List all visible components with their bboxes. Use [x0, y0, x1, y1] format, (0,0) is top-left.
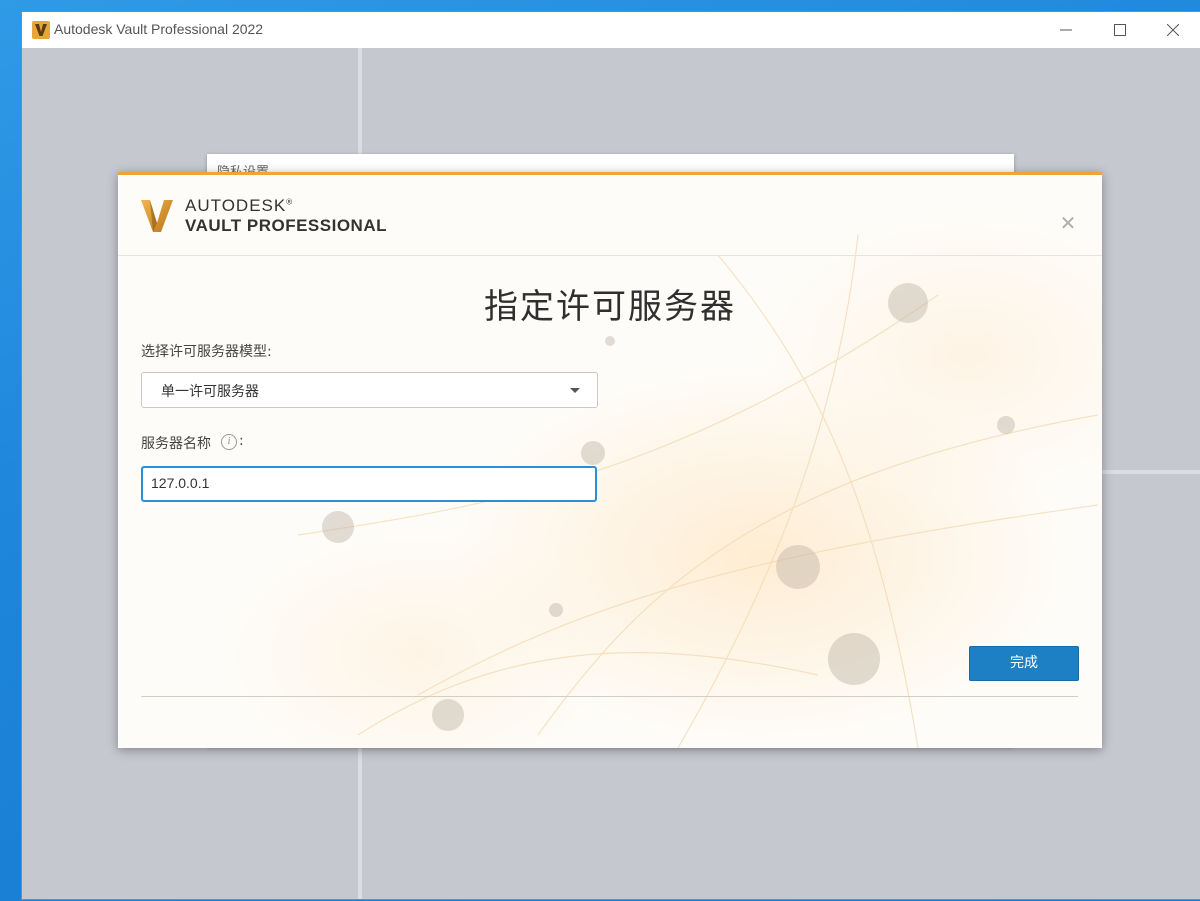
info-icon[interactable]: i: [221, 434, 237, 450]
minimize-button[interactable]: [1039, 12, 1093, 48]
registered-mark: ®: [286, 197, 294, 207]
server-name-input[interactable]: 127.0.0.1: [141, 466, 597, 502]
window-close-button[interactable]: [1146, 12, 1200, 48]
dialog-header: AUTODESK® VAULT PROFESSIONAL ✕: [118, 175, 1102, 255]
brand-autodesk-text: AUTODESK: [185, 196, 287, 215]
chevron-down-icon: [570, 388, 580, 393]
close-icon: ✕: [1059, 211, 1077, 235]
license-server-dialog: AUTODESK® VAULT PROFESSIONAL ✕ 指定许可服务器 选…: [118, 172, 1102, 748]
title-bar[interactable]: Autodesk Vault Professional 2022: [22, 12, 1200, 48]
close-icon: [1167, 24, 1179, 36]
window-title: Autodesk Vault Professional 2022: [54, 21, 264, 37]
pane-splitter-horizontal[interactable]: [1102, 470, 1200, 474]
dialog-close-button[interactable]: ✕: [1058, 213, 1078, 233]
vault-v-logo-icon: [32, 21, 50, 39]
minimize-icon: [1060, 29, 1072, 31]
header-divider: [118, 255, 1102, 256]
server-model-select[interactable]: 单一许可服务器: [141, 372, 598, 408]
server-name-value: 127.0.0.1: [151, 475, 210, 491]
server-model-value: 单一许可服务器: [161, 384, 259, 400]
brand-product: VAULT PROFESSIONAL: [185, 216, 387, 235]
maximize-icon: [1114, 24, 1126, 36]
background-artwork: [297, 234, 1099, 748]
server-model-label: 选择许可服务器模型:: [141, 344, 272, 360]
footer-divider: [141, 696, 1078, 697]
brand-autodesk: AUTODESK®: [185, 196, 293, 216]
dialog-title: 指定许可服务器: [484, 287, 736, 327]
maximize-button[interactable]: [1093, 12, 1147, 48]
server-name-label-colon: :: [239, 433, 244, 449]
finish-button[interactable]: 完成: [969, 646, 1079, 681]
server-name-label: 服务器名称: [141, 436, 211, 452]
autodesk-vault-logo-icon: [141, 200, 173, 232]
